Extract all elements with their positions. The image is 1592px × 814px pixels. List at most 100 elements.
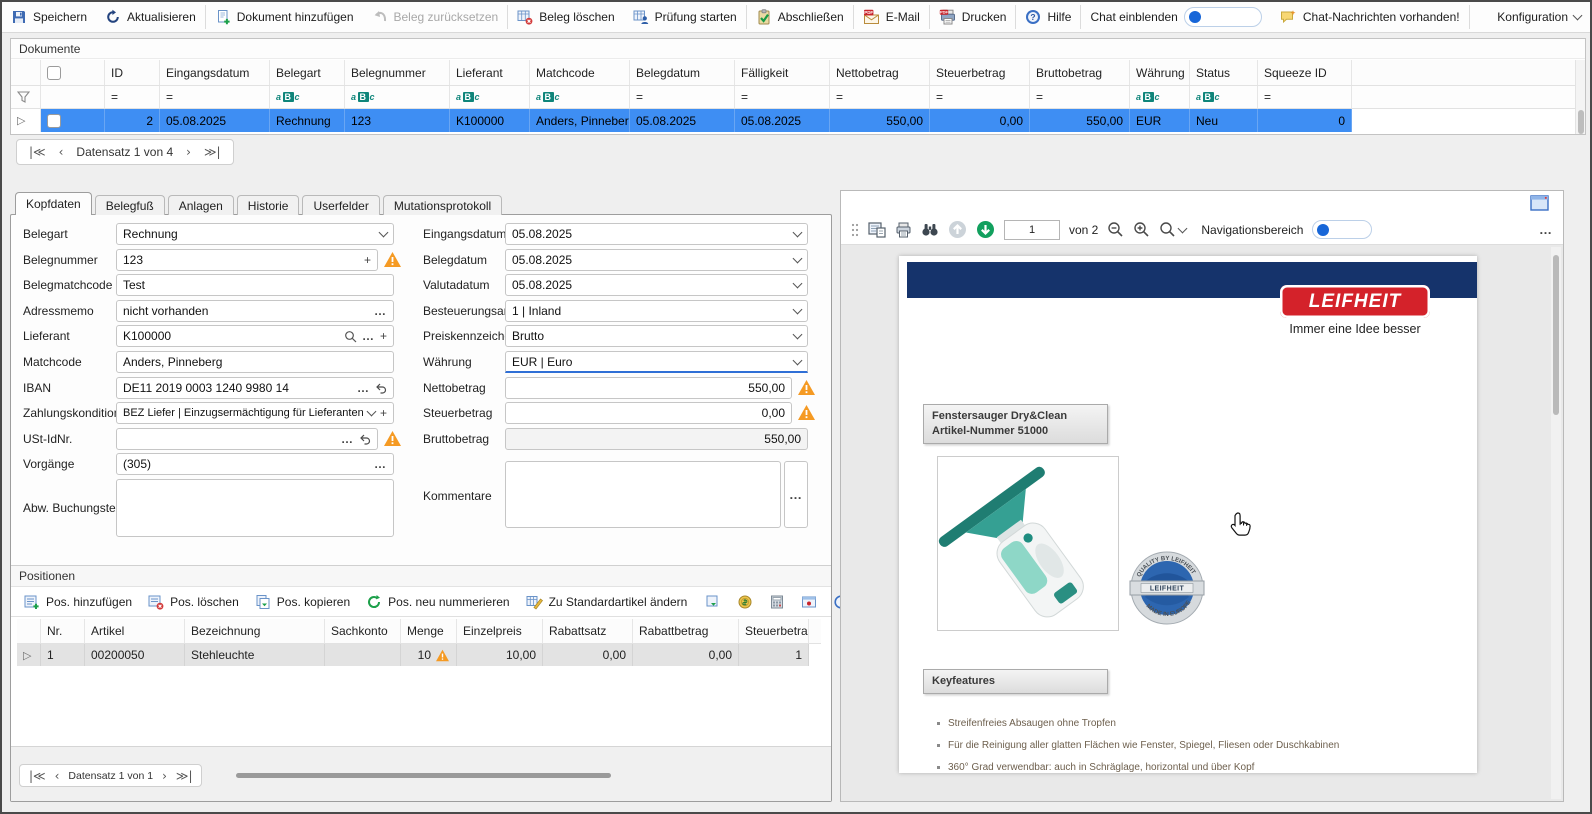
refresh-button[interactable]: Aktualisieren (96, 2, 205, 32)
header-cell[interactable]: Matchcode (530, 60, 630, 85)
position-add-button[interactable]: Pos. hinzufügen (17, 594, 139, 610)
filter-cell[interactable]: aBc (1190, 86, 1258, 108)
print-button[interactable]: PDF Drucken (930, 2, 1016, 32)
zahlungskondition-select[interactable]: BEZ Liefer | Einzugsermächtigung für Lie… (116, 402, 394, 424)
abw-buchungstext-textarea[interactable] (116, 479, 394, 537)
filter-cell[interactable]: = (1258, 86, 1352, 108)
position-paste-button[interactable] (698, 594, 728, 610)
row-expand-cell[interactable]: ▷ (11, 109, 41, 132)
scrollbar-thumb[interactable] (1553, 255, 1559, 415)
tab-mutationsprotokoll[interactable]: Mutationsprotokoll (383, 195, 502, 215)
waehrung-select[interactable]: EUR | Euro (505, 351, 808, 373)
position-record-button[interactable] (794, 594, 824, 610)
filter-cell[interactable]: aBc (450, 86, 530, 108)
select-all-checkbox[interactable] (47, 66, 61, 80)
header-cell[interactable]: Eingangsdatum (160, 60, 270, 85)
horizontal-scrollbar-thumb[interactable] (236, 773, 611, 778)
preiskennzeichen-select[interactable]: Brutto (505, 325, 808, 347)
position-copy-button[interactable]: Pos. kopieren (248, 594, 357, 610)
header-cell[interactable]: Fälligkeit (735, 60, 830, 85)
search-icon[interactable] (344, 330, 357, 343)
chat-toggle-switch[interactable] (1184, 7, 1262, 27)
header-cell-select[interactable] (41, 60, 105, 85)
email-button[interactable]: PDF E-Mail (854, 2, 929, 32)
more-options-icon[interactable]: … (357, 382, 370, 394)
kommentare-textarea[interactable] (505, 461, 781, 528)
header-cell[interactable]: Sachkonto (325, 619, 401, 643)
cell-lieferant[interactable]: K100000 (450, 109, 530, 132)
filter-cell[interactable]: = (105, 86, 160, 108)
header-cell[interactable]: Bezeichnung (185, 619, 325, 643)
adressmemo-input[interactable]: nicht vorhanden… (116, 300, 394, 322)
filter-cell[interactable] (41, 86, 105, 108)
save-button[interactable]: Speichern (2, 2, 96, 32)
header-cell[interactable]: Menge (401, 619, 457, 643)
filter-cell[interactable]: = (830, 86, 930, 108)
viewer-more-button[interactable]: … (1539, 222, 1553, 237)
change-to-standard-article-button[interactable]: Zu Standardartikel ändern (519, 594, 695, 610)
export-view-button[interactable] (868, 221, 886, 238)
header-cell[interactable]: Nettobetrag (830, 60, 930, 85)
previous-page-button[interactable] (948, 220, 967, 239)
kommentare-more-button[interactable]: … (784, 461, 808, 528)
finish-button[interactable]: Abschließen (747, 2, 853, 32)
header-cell[interactable]: ID (105, 60, 160, 85)
filter-cell[interactable]: = (160, 86, 270, 108)
tab-anlagen[interactable]: Anlagen (168, 195, 234, 215)
tab-historie[interactable]: Historie (237, 195, 300, 215)
header-cell[interactable]: Rabattbetrag (633, 619, 739, 643)
steuerbetrag-input[interactable]: 0,00 (505, 402, 792, 424)
cell-bruttobetrag[interactable]: 550,00 (1030, 109, 1130, 132)
cell-artikel[interactable]: 00200050 (85, 644, 185, 666)
cell-rabattsatz[interactable]: 0,00 (543, 644, 633, 666)
more-options-icon[interactable]: … (374, 458, 387, 470)
previous-record-button[interactable]: ‹ (59, 145, 64, 159)
scrollbar-thumb[interactable] (1578, 110, 1584, 134)
pdf-page[interactable]: LEIFHEIT Immer eine Idee besser Fensters… (899, 256, 1477, 773)
last-record-button[interactable]: ≫| (204, 145, 221, 159)
drag-handle-icon[interactable] (851, 223, 859, 237)
panel-maximize-button[interactable] (1530, 195, 1549, 211)
navigation-area-switch[interactable] (1312, 220, 1372, 239)
cell-eingangsdatum[interactable]: 05.08.2025 (160, 109, 270, 132)
filter-cell[interactable] (11, 86, 41, 108)
cell-nettobetrag[interactable]: 550,00 (830, 109, 930, 132)
header-cell[interactable]: Nr. (41, 619, 85, 643)
chat-messages-button[interactable]: Chat-Nachrichten vorhanden! (1271, 2, 1469, 32)
cell-rabattbetrag[interactable]: 0,00 (633, 644, 739, 666)
header-cell[interactable]: Belegdatum (630, 60, 735, 85)
delete-document-button[interactable]: Beleg löschen (508, 2, 623, 32)
add-icon[interactable]: + (380, 407, 387, 419)
position-price-button[interactable] (730, 594, 760, 610)
position-renumber-button[interactable]: Pos. neu nummerieren (359, 594, 516, 610)
vorgaenge-input[interactable]: (305)… (116, 453, 394, 475)
lieferant-input[interactable]: K100000 … + (116, 325, 394, 347)
viewer-scrollbar[interactable] (1551, 247, 1561, 799)
cell-id[interactable]: 2 (105, 109, 160, 132)
reset-document-button[interactable]: Beleg zurücksetzen (363, 2, 508, 32)
tab-belegfuss[interactable]: Belegfuß (95, 195, 165, 215)
cell-status[interactable]: Neu (1190, 109, 1258, 132)
add-icon[interactable]: + (364, 254, 371, 266)
cell-bezeichnung[interactable]: Stehleuchte (185, 644, 325, 666)
filter-cell[interactable]: aBc (530, 86, 630, 108)
filter-cell[interactable]: aBc (345, 86, 450, 108)
header-cell[interactable]: Steuerbetrag (930, 60, 1030, 85)
row-checkbox[interactable] (47, 114, 61, 128)
cell-belegart[interactable]: Rechnung (270, 109, 345, 132)
header-cell[interactable]: Squeeze ID (1258, 60, 1352, 85)
valutadatum-select[interactable]: 05.08.2025 (505, 274, 808, 296)
table-row[interactable]: ▷ 1 00200050 Stehleuchte 10 10,00 0,00 0… (17, 644, 821, 666)
cell-steuerbetrag[interactable]: 0,00 (930, 109, 1030, 132)
tab-userfelder[interactable]: Userfelder (302, 195, 379, 215)
header-cell[interactable]: Währung (1130, 60, 1190, 85)
header-cell[interactable]: Belegnummer (345, 60, 450, 85)
cell-sachkonto[interactable] (325, 644, 401, 666)
header-cell[interactable]: Lieferant (450, 60, 530, 85)
documents-scrollbar[interactable] (1575, 60, 1585, 134)
more-options-icon[interactable]: … (374, 305, 387, 317)
position-delete-button[interactable]: Pos. löschen (141, 594, 246, 610)
belegdatum-select[interactable]: 05.08.2025 (505, 249, 808, 271)
cell-waehrung[interactable]: EUR (1130, 109, 1190, 132)
filter-cell[interactable]: = (1030, 86, 1130, 108)
